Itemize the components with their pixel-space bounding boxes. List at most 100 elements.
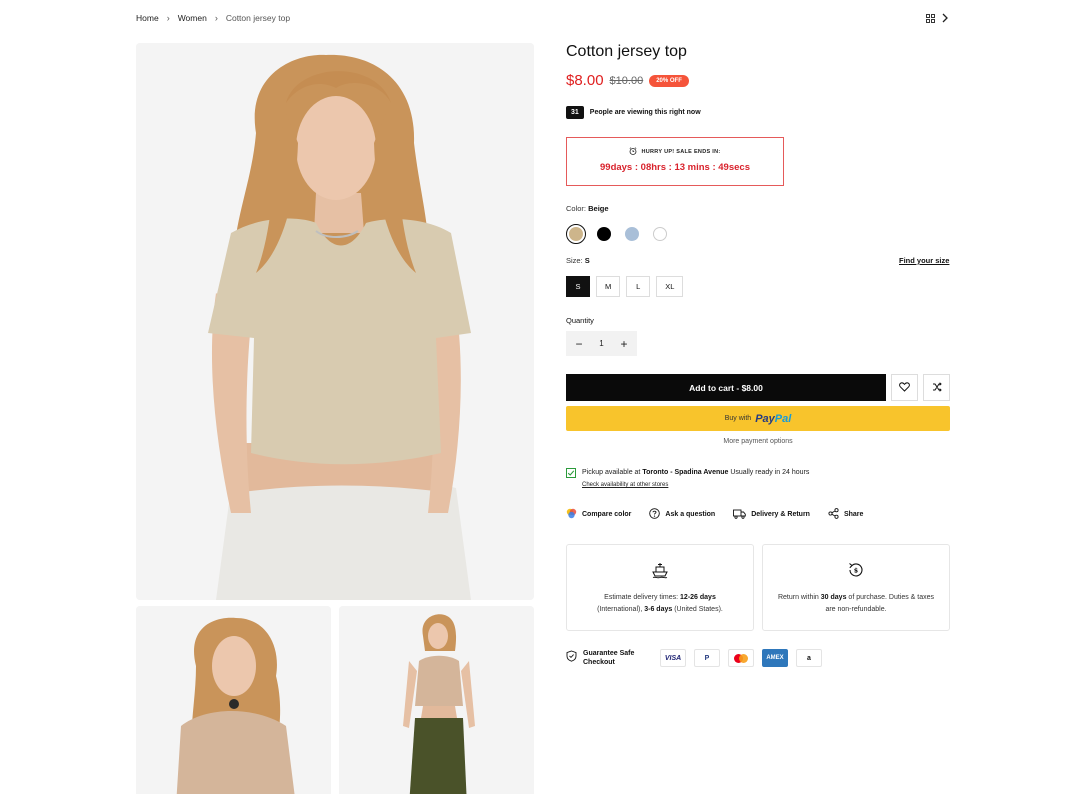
returns-info-text: Return within 30 days of purchase. Dutie… (763, 592, 949, 616)
countdown-time: 99days : 08hrs : 13 mins : 49secs (600, 162, 750, 173)
wishlist-button[interactable] (891, 374, 918, 401)
original-price: $10.00 (609, 74, 644, 87)
delivery-info-text: Estimate delivery times: 12-26 days (Int… (587, 592, 733, 616)
color-swatches (566, 224, 670, 244)
amex-icon: AMEX (762, 649, 788, 667)
alarm-clock-icon (629, 147, 637, 157)
selected-color: Beige (588, 204, 609, 213)
size-option-m[interactable]: M (596, 276, 621, 297)
compare-color-action[interactable]: Compare color (566, 508, 631, 521)
compare-button[interactable] (923, 374, 950, 401)
truck-icon (733, 509, 746, 521)
quantity-value[interactable]: 1 (595, 337, 609, 351)
breadcrumb-home[interactable]: Home (136, 13, 159, 23)
compare-color-label: Compare color (582, 511, 632, 518)
delivery-text-1: Estimate delivery times: (604, 594, 679, 601)
sale-countdown: HURRY UP! SALE ENDS IN: 99days : 08hrs :… (566, 137, 784, 186)
pickup-location: Toronto - Spadina Avenue (642, 469, 729, 476)
breadcrumb-women[interactable]: Women (178, 13, 207, 23)
pickup-prefix: Pickup available at (582, 469, 641, 476)
quantity-stepper: − 1 + (566, 331, 637, 356)
thumbnail-image-2[interactable] (339, 606, 534, 794)
size-label: Size: S (566, 256, 590, 265)
chevron-right-icon: › (166, 13, 170, 23)
size-option-xl[interactable]: XL (656, 276, 684, 297)
chevron-right-icon: › (214, 13, 218, 23)
return-icon: $ (847, 561, 865, 584)
decrease-quantity-button[interactable]: − (572, 337, 586, 351)
swatch-light-blue[interactable] (622, 224, 642, 244)
add-to-cart-button[interactable]: Add to cart - $8.00 (566, 374, 886, 401)
countdown-label-row: HURRY UP! SALE ENDS IN: (567, 147, 783, 157)
paypal-logo-pal: Pal (774, 412, 792, 425)
color-palette-icon (566, 508, 577, 521)
product-nav (926, 13, 949, 23)
viewers-count: 31 (566, 106, 584, 119)
increase-quantity-button[interactable]: + (617, 337, 631, 351)
share-action[interactable]: Share (828, 508, 863, 521)
size-options: S M L XL (566, 276, 684, 297)
sale-price: $8.00 (566, 72, 604, 89)
ask-question-action[interactable]: Ask a question (649, 508, 715, 521)
visa-icon: VISA (660, 649, 686, 667)
color-label-text: Color: (566, 204, 587, 213)
delivery-text-2: (International), (597, 606, 643, 613)
size-option-s[interactable]: S (566, 276, 590, 297)
viewers-text: People are viewing this right now (589, 109, 701, 116)
paypal-logo-pay: Pay (755, 412, 775, 425)
paypal-prefix: Buy with (724, 415, 752, 422)
ask-question-label: Ask a question (665, 511, 716, 518)
breadcrumb-current: Cotton jersey top (225, 13, 291, 23)
share-label: Share (843, 511, 864, 518)
delivery-info-box: Estimate delivery times: 12-26 days (Int… (566, 544, 754, 631)
delivery-return-action[interactable]: Delivery & Return (733, 509, 810, 521)
product-title: Cotton jersey top (566, 43, 687, 60)
mastercard-icon (728, 649, 754, 667)
find-your-size-link[interactable]: Find your size (899, 256, 949, 265)
delivery-us-days: 3-6 days (644, 606, 673, 613)
product-actions: Compare color Ask a question Delivery & … (566, 508, 863, 521)
returns-days: 30 days (820, 594, 847, 601)
pickup-info: Pickup available at Toronto - Spadina Av… (566, 467, 809, 491)
check-availability-link[interactable]: Check availability at other stores (582, 479, 809, 491)
countdown-label: HURRY UP! SALE ENDS IN: (641, 149, 721, 155)
swatch-black[interactable] (594, 224, 614, 244)
guarantee-safe-checkout: Guarantee Safe Checkout (566, 649, 649, 667)
live-viewers: 31 People are viewing this right now (566, 106, 701, 119)
size-option-l[interactable]: L (626, 276, 651, 297)
color-label: Color: Beige (566, 204, 609, 213)
price-row: $8.00 $10.00 20% OFF (566, 72, 689, 89)
quantity-label: Quantity (566, 316, 594, 325)
shield-check-icon (566, 649, 577, 667)
grid-icon[interactable] (926, 13, 935, 23)
selected-size: S (584, 256, 590, 265)
discount-badge: 20% OFF (649, 74, 689, 87)
paypal-button[interactable]: Buy with PayPal (566, 406, 950, 431)
paypal-logo: PayPal (755, 413, 791, 425)
thumbnail-image-1[interactable] (136, 606, 331, 794)
next-product-icon[interactable] (941, 13, 949, 23)
breadcrumb: Home › Women › Cotton jersey top (136, 13, 290, 23)
question-icon (649, 508, 661, 521)
check-icon (566, 468, 576, 478)
main-product-image[interactable] (136, 43, 534, 600)
pickup-text: Pickup available at Toronto - Spadina Av… (582, 467, 809, 491)
svg-text:$: $ (854, 568, 858, 575)
paypal-icon: P (694, 649, 720, 667)
payment-methods: VISA P AMEX a (660, 649, 822, 667)
heart-icon (899, 379, 910, 397)
delivery-text-3: (United States). (674, 606, 723, 613)
swatch-white[interactable] (650, 224, 670, 244)
delivery-intl-days: 12-26 days (680, 594, 716, 601)
size-label-text: Size: (566, 256, 583, 265)
returns-info-box: $ Return within 30 days of purchase. Dut… (762, 544, 950, 631)
delivery-return-label: Delivery & Return (751, 511, 810, 518)
ship-icon (651, 561, 669, 584)
swatch-beige[interactable] (566, 224, 586, 244)
pickup-suffix: Usually ready in 24 hours (730, 469, 810, 476)
guarantee-label: Guarantee Safe Checkout (583, 650, 635, 666)
more-payment-options-link[interactable]: More payment options (566, 438, 950, 445)
share-icon (828, 508, 839, 521)
returns-text-1: Return within (777, 594, 819, 601)
shuffle-icon (932, 379, 942, 397)
